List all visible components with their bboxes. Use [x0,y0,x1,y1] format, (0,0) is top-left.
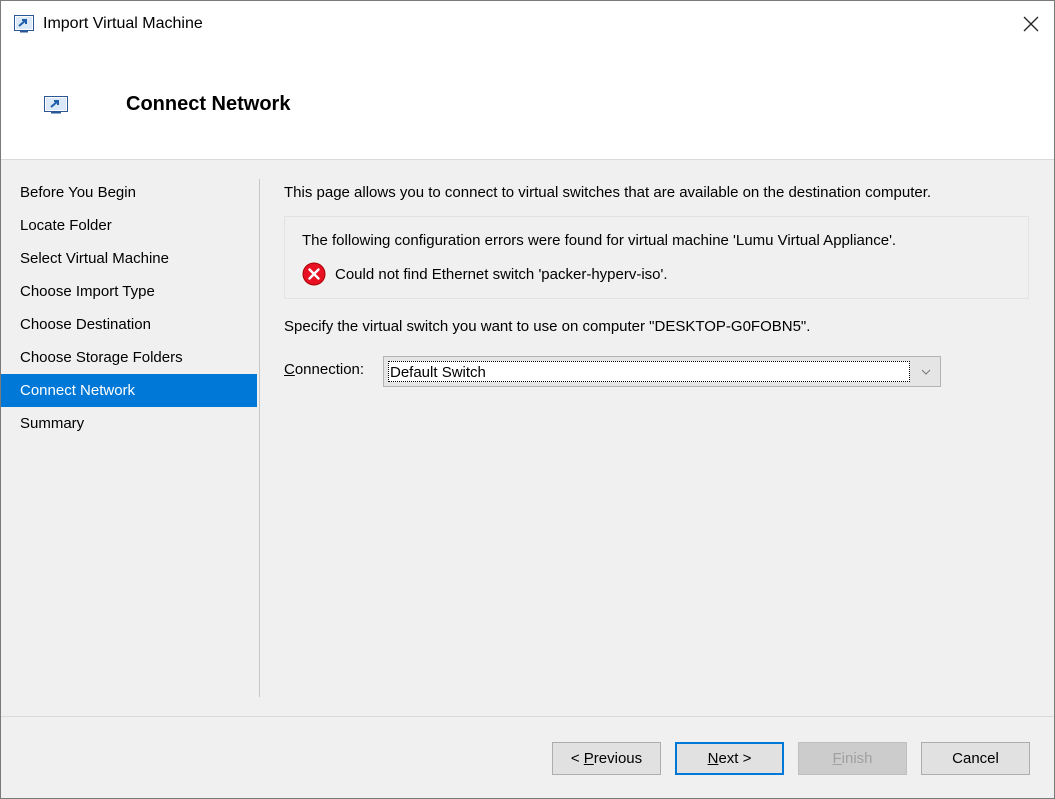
import-vm-window: Import Virtual Machine Connect Network B… [0,0,1055,799]
window-title: Import Virtual Machine [43,15,203,32]
next-button[interactable]: Next > [675,742,784,775]
nav-divider [259,179,260,697]
errors-heading: The following configuration errors were … [302,232,897,249]
title-bar: Import Virtual Machine [1,1,1054,49]
nav-item-connect-network[interactable]: Connect Network [1,374,257,407]
next-button-accel: N [707,750,719,767]
page-header: Connect Network [1,49,1054,160]
previous-button-accel: P [583,750,594,767]
error-box: The following configuration errors were … [284,216,1029,299]
nav-item-before-you-begin[interactable]: Before You Begin [1,176,257,209]
error-icon [302,262,326,286]
error-item: Could not find Ethernet switch 'packer-h… [302,262,668,286]
nav-item-select-virtual-machine[interactable]: Select Virtual Machine [1,242,257,275]
import-vm-icon [14,15,34,33]
specify-text: Specify the virtual switch you want to u… [284,318,811,335]
connection-label-rest: onnection: [294,361,365,378]
connection-label: Connection: [284,361,364,378]
page-title: Connect Network [126,93,291,115]
cancel-button[interactable]: Cancel [921,742,1030,775]
dropdown-arrow[interactable] [912,357,940,386]
connection-selected-value: Default Switch [388,361,910,382]
nav-item-choose-import-type[interactable]: Choose Import Type [1,275,257,308]
finish-button[interactable]: Finish [798,742,907,775]
error-message: Could not find Ethernet switch 'packer-h… [335,265,668,283]
footer-divider [1,716,1054,717]
import-vm-icon [44,96,68,114]
nav-item-choose-storage-folders[interactable]: Choose Storage Folders [1,341,257,374]
close-icon [1023,16,1039,32]
previous-button-prefix: < [570,750,584,767]
connection-dropdown[interactable]: Default Switch [383,356,941,387]
previous-button-label: revious [593,750,643,767]
chevron-down-icon [921,369,931,375]
nav-item-choose-destination[interactable]: Choose Destination [1,308,257,341]
intro-text: This page allows you to connect to virtu… [284,184,932,201]
finish-button-accel: F [832,750,842,767]
wizard-nav: Before You Begin Locate Folder Select Vi… [1,176,257,440]
connection-label-accel: C [284,361,295,378]
finish-button-label: inish [841,750,873,767]
close-button[interactable] [1008,1,1054,47]
nav-item-summary[interactable]: Summary [1,407,257,440]
nav-item-locate-folder[interactable]: Locate Folder [1,209,257,242]
next-button-label: ext > [718,750,752,767]
previous-button[interactable]: < Previous [552,742,661,775]
